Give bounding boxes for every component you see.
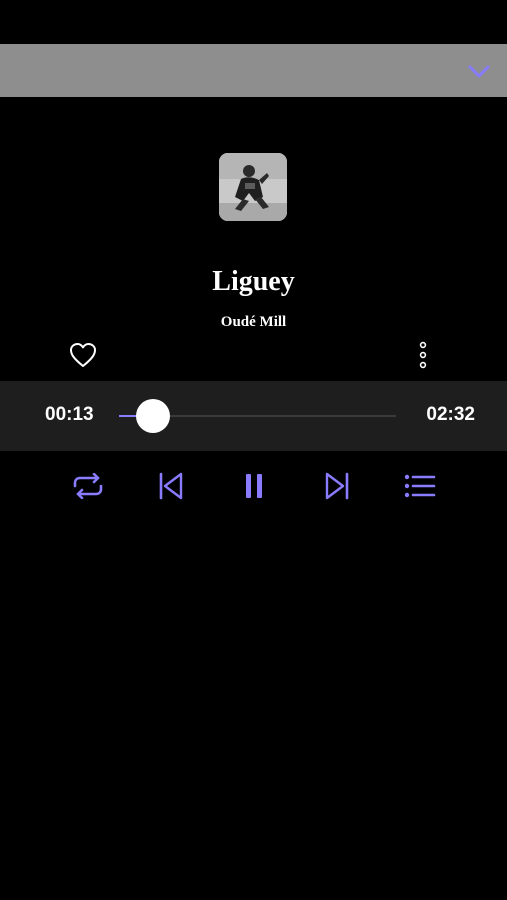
header-bar [0, 44, 507, 97]
queue-button[interactable] [400, 466, 440, 506]
skip-next-icon [323, 471, 351, 501]
previous-button[interactable] [151, 466, 191, 506]
like-button[interactable] [68, 340, 98, 370]
more-vertical-icon [419, 341, 427, 369]
seek-slider-thumb[interactable] [135, 399, 170, 433]
chevron-down-icon [468, 65, 490, 79]
skip-previous-icon [157, 471, 185, 501]
seek-slider[interactable] [119, 399, 396, 433]
pause-icon [243, 472, 265, 500]
track-artist[interactable]: Oudé Mill [0, 314, 507, 331]
progress-panel: 00:13 02:32 [0, 381, 507, 451]
more-options-button[interactable] [411, 340, 435, 370]
now-playing-screen: Liguey Oudé Mill 00:13 02:32 [0, 0, 507, 900]
repeat-icon [71, 473, 105, 499]
pause-button[interactable] [234, 466, 274, 506]
repeat-button[interactable] [68, 466, 108, 506]
playback-controls [0, 466, 507, 506]
heart-icon [69, 342, 97, 368]
elapsed-time: 00:13 [45, 404, 94, 425]
album-art [219, 153, 287, 221]
next-button[interactable] [317, 466, 357, 506]
queue-list-icon [404, 474, 436, 498]
track-title: Liguey [212, 266, 295, 297]
collapse-button[interactable] [465, 58, 493, 86]
total-duration: 02:32 [426, 404, 475, 425]
